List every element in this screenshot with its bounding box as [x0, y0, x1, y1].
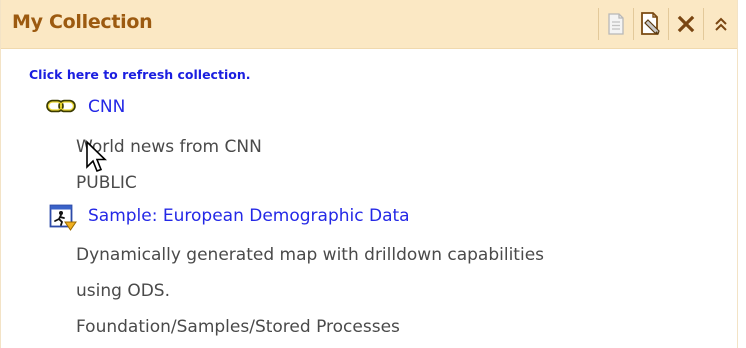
- toolbar-divider: [598, 8, 599, 40]
- close-icon: [677, 15, 695, 33]
- item-title-cnn[interactable]: CNN: [88, 97, 125, 117]
- item-location: Foundation/Samples/Stored Processes: [76, 317, 400, 337]
- portlet-titlebar: My Collection: [1, 0, 737, 49]
- my-collection-portlet: My Collection Click here to refresh coll…: [0, 0, 738, 348]
- toolbar-divider: [633, 8, 634, 40]
- toolbar-divider: [703, 8, 704, 40]
- item-description-continued: using ODS.: [76, 281, 170, 301]
- portlet-toolbar: [597, 6, 737, 42]
- item-title-sample[interactable]: Sample: European Demographic Data: [88, 206, 410, 226]
- mouse-cursor-icon: [86, 140, 107, 173]
- portlet-title: My Collection: [12, 11, 153, 33]
- edit-button[interactable]: [635, 6, 667, 42]
- edit-document-icon: [641, 12, 660, 35]
- link-icon: [46, 99, 76, 113]
- stored-process-icon: [49, 204, 77, 231]
- toolbar-divider: [668, 8, 669, 40]
- collapse-button[interactable]: [705, 6, 737, 42]
- item-location: PUBLIC: [76, 173, 137, 193]
- document-icon: [608, 13, 624, 35]
- collapse-icon: [715, 17, 727, 31]
- refresh-collection-link[interactable]: Click here to refresh collection.: [29, 67, 250, 82]
- document-button[interactable]: [600, 6, 632, 42]
- item-description: Dynamically generated map with drilldown…: [76, 245, 545, 265]
- close-button[interactable]: [670, 6, 702, 42]
